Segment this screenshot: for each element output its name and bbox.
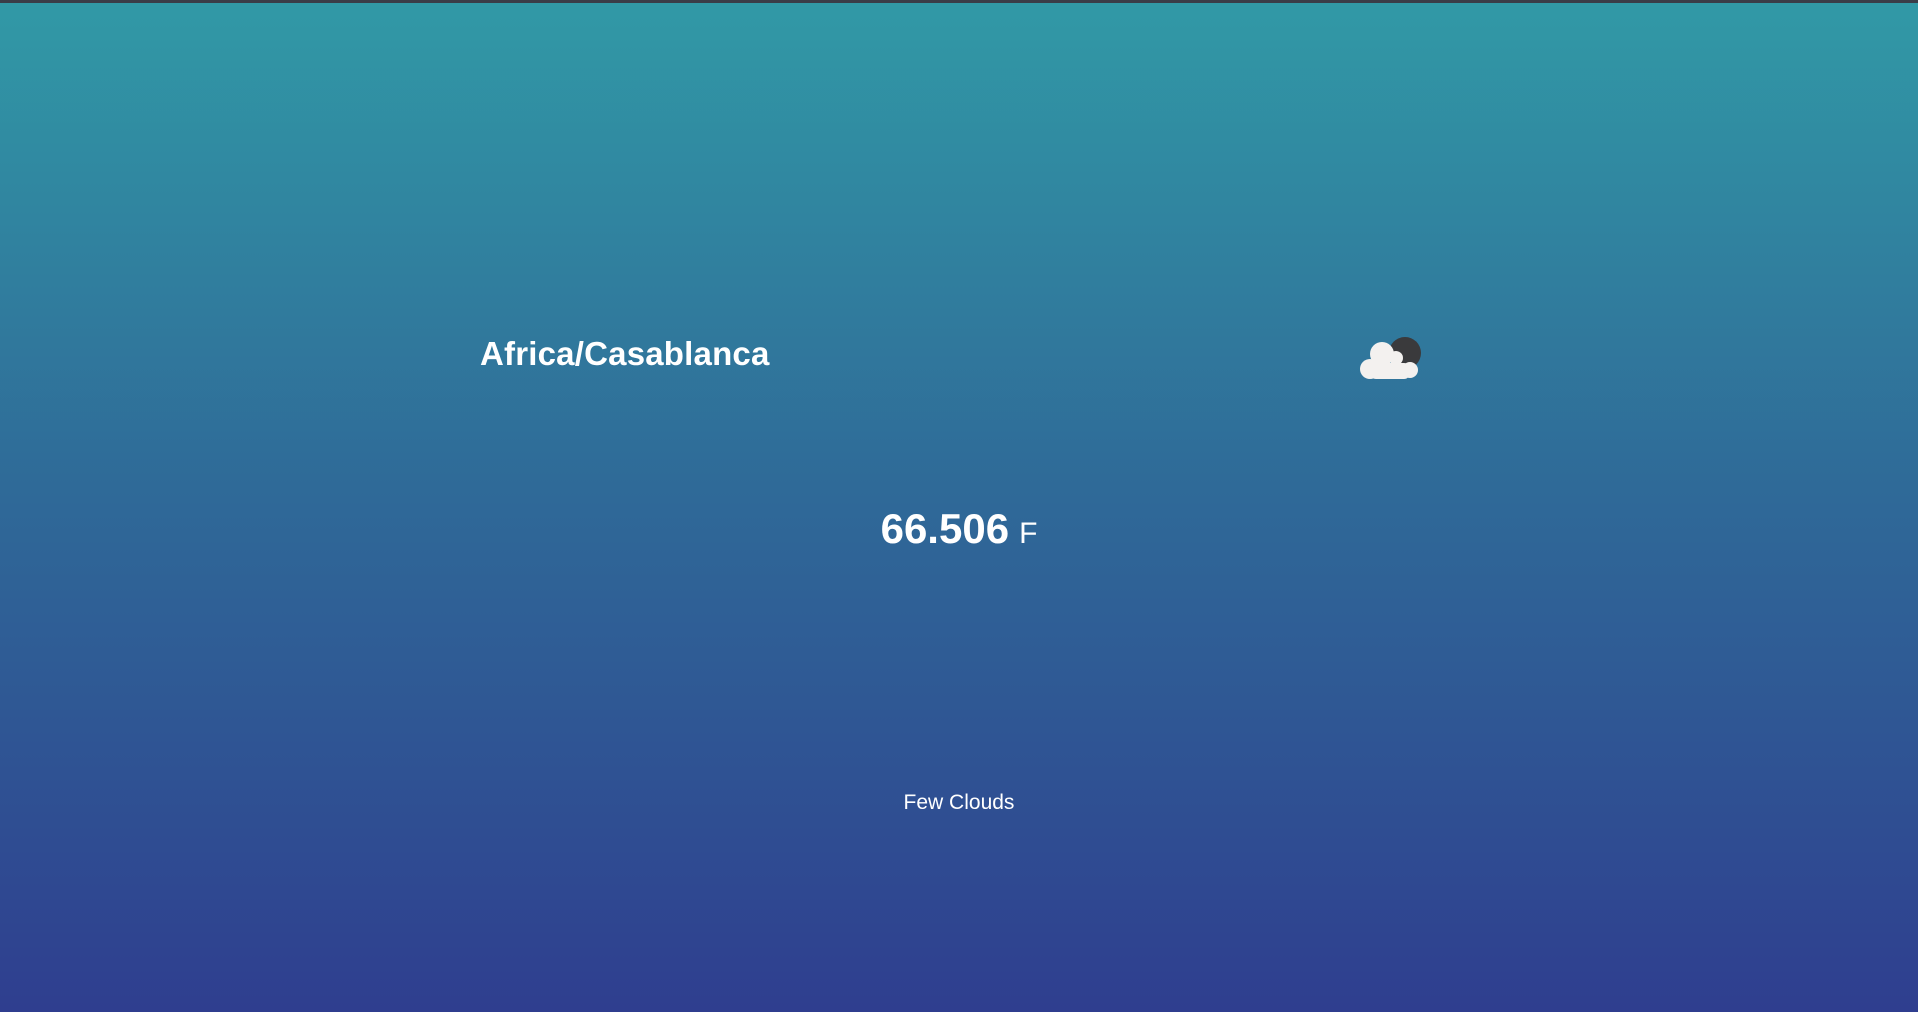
temperature-display: 66.506 F xyxy=(0,505,1918,553)
weather-description: Few Clouds xyxy=(903,791,1015,814)
temperature-value: 66.506 xyxy=(880,505,1010,552)
temperature-unit: F xyxy=(1019,517,1038,550)
weather-app: Africa/Casablanca 66.506 F Few Clouds xyxy=(0,0,1918,1012)
location-timezone: Africa/Casablanca xyxy=(480,335,770,372)
partly-cloudy-night-icon xyxy=(1360,337,1421,379)
